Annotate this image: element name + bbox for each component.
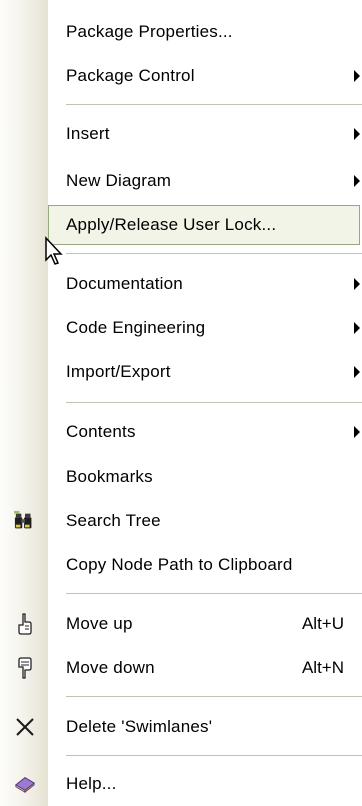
menu-item-label: Contents	[66, 422, 136, 441]
menu-item-bookmarks[interactable]: Bookmarks	[0, 455, 362, 499]
menu-separator	[66, 593, 362, 594]
menu-item-help[interactable]: Help...	[0, 762, 362, 806]
menu-item-contents[interactable]: Contents	[0, 410, 362, 454]
submenu-arrow-icon	[354, 175, 360, 187]
menu-item-label: Insert	[66, 124, 110, 143]
menu-item-label: Import/Export	[66, 362, 171, 381]
menu-item-package-control[interactable]: Package Control	[0, 54, 362, 98]
menu-item-delete[interactable]: Delete 'Swimlanes'	[0, 705, 362, 749]
menu-item-label: New Diagram	[66, 171, 172, 190]
help-book-icon	[14, 773, 36, 795]
menu-item-apply-release-user-lock[interactable]: Apply/Release User Lock...	[48, 205, 360, 245]
submenu-arrow-icon	[354, 128, 360, 140]
submenu-arrow-icon	[354, 322, 360, 334]
delete-x-icon	[14, 716, 36, 738]
menu-item-label: Copy Node Path to Clipboard	[66, 555, 293, 574]
menu-item-label: Bookmarks	[66, 467, 153, 486]
submenu-arrow-icon	[354, 366, 360, 378]
menu-separator	[66, 402, 362, 403]
menu-item-package-properties[interactable]: Package Properties...	[0, 10, 362, 54]
menu-item-label: Documentation	[66, 274, 183, 293]
menu-item-label: Move down	[66, 658, 155, 677]
submenu-arrow-icon	[354, 278, 360, 290]
menu-item-label: Move up	[66, 614, 133, 633]
menu-separator	[66, 104, 362, 105]
menu-item-label: Package Properties...	[66, 22, 233, 41]
hand-pointing-down-icon	[14, 657, 36, 679]
menu-item-label: Search Tree	[66, 511, 161, 530]
menu-item-documentation[interactable]: Documentation	[0, 262, 362, 306]
menu-item-new-diagram[interactable]: New Diagram	[0, 159, 362, 203]
menu-separator	[66, 696, 362, 697]
menu-item-search-tree[interactable]: Search Tree	[0, 499, 362, 543]
context-menu: Package Properties... Package Control In…	[0, 0, 362, 806]
binoculars-icon	[14, 510, 36, 532]
menu-item-label: Package Control	[66, 66, 195, 85]
menu-item-move-up[interactable]: Move up Alt+U	[0, 602, 362, 646]
menu-item-move-down[interactable]: Move down Alt+N	[0, 646, 362, 690]
menu-item-code-engineering[interactable]: Code Engineering	[0, 306, 362, 350]
menu-item-label: Apply/Release User Lock...	[66, 215, 277, 234]
menu-separator	[66, 253, 362, 254]
menu-item-copy-node-path[interactable]: Copy Node Path to Clipboard	[0, 543, 362, 587]
menu-item-insert[interactable]: Insert	[0, 112, 362, 156]
menu-item-label: Delete 'Swimlanes'	[66, 717, 213, 736]
menu-item-label: Code Engineering	[66, 318, 206, 337]
shortcut-label: Alt+U	[301, 614, 344, 633]
hand-pointing-up-icon	[14, 613, 36, 635]
menu-item-import-export[interactable]: Import/Export	[0, 350, 362, 394]
menu-separator	[66, 755, 362, 756]
submenu-arrow-icon	[354, 426, 360, 438]
shortcut-label: Alt+N	[301, 658, 344, 677]
menu-item-label: Help...	[66, 774, 117, 793]
mouse-pointer-icon	[45, 236, 63, 265]
submenu-arrow-icon	[354, 70, 360, 82]
